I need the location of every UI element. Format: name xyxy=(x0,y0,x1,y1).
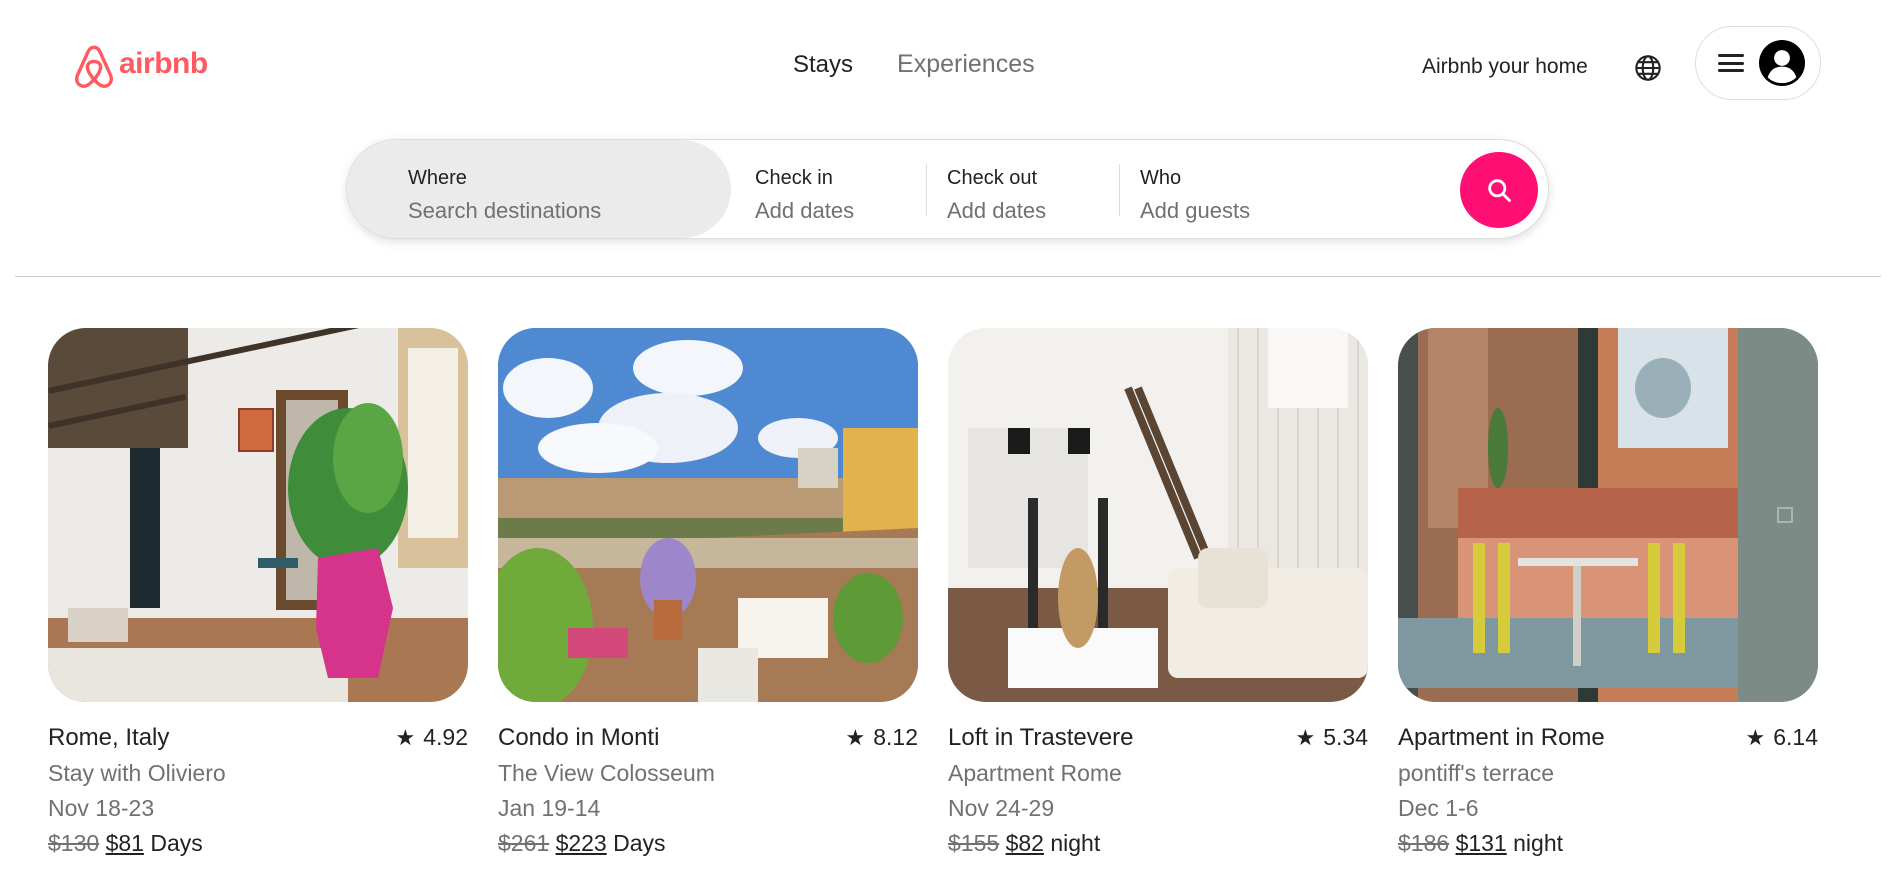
where-input[interactable]: Search destinations xyxy=(408,198,731,224)
airbnb-logo[interactable]: airbnb xyxy=(73,44,208,90)
old-price: $155 xyxy=(948,830,1000,856)
airbnb-your-home-link[interactable]: Airbnb your home xyxy=(1422,55,1588,79)
search-button[interactable] xyxy=(1460,152,1538,228)
search-icon xyxy=(1488,179,1511,202)
new-price[interactable]: $223 xyxy=(556,830,607,856)
star-icon: ★ xyxy=(1745,725,1766,750)
listing-dates: Dec 1-6 xyxy=(1398,795,1479,821)
check-in-field[interactable]: Check in Add dates xyxy=(755,140,925,238)
rating-value: 6.14 xyxy=(1773,724,1818,750)
header-divider xyxy=(15,276,1881,277)
rating-value: 8.12 xyxy=(873,724,918,750)
tab-stays[interactable]: Stays xyxy=(793,51,853,79)
listing-dates: Jan 19-14 xyxy=(498,795,601,821)
star-icon: ★ xyxy=(845,725,866,750)
price-unit: Days xyxy=(613,830,666,856)
listing-photo[interactable] xyxy=(498,328,918,702)
listing-dates: Nov 18-23 xyxy=(48,795,155,821)
brand-name: airbnb xyxy=(119,47,208,80)
user-menu-button[interactable] xyxy=(1695,26,1821,100)
tab-experiences[interactable]: Experiences xyxy=(897,50,1035,79)
new-price[interactable]: $81 xyxy=(106,830,144,856)
divider xyxy=(926,164,927,216)
price-unit: night xyxy=(1513,830,1563,856)
search-bar: Where Search destinations Check in Add d… xyxy=(346,139,1549,239)
listing-card[interactable]: Rome, Italy ★ 4.92 Stay with Oliviero Nov… xyxy=(48,328,468,857)
old-price: $261 xyxy=(498,830,550,856)
check-out-label: Check out xyxy=(947,167,1038,189)
where-label: Where xyxy=(408,167,467,189)
hamburger-icon xyxy=(1718,52,1744,74)
listing-title: Rome, Italy xyxy=(48,724,170,751)
price-unit: Days xyxy=(150,830,203,856)
price-unit: night xyxy=(1050,830,1101,856)
listing-title: Apartment in Rome xyxy=(1398,724,1605,751)
listing-card[interactable]: Loft in Trastevere ★ 5.34 Apartment Rome … xyxy=(948,328,1368,857)
listing-subtitle: Stay with Oliviero xyxy=(48,760,226,786)
old-price: $130 xyxy=(48,830,100,856)
divider xyxy=(1119,164,1120,216)
listing-price: $186 $131 night xyxy=(1398,830,1818,857)
who-label: Who xyxy=(1140,167,1182,189)
check-out-field[interactable]: Check out Add dates xyxy=(947,140,1117,238)
listing-image xyxy=(498,328,918,702)
listing-rating: ★ 4.92 xyxy=(396,724,469,751)
old-price: $186 xyxy=(1398,830,1450,856)
check-in-label: Check in xyxy=(755,167,833,189)
listing-rating: ★ 5.34 xyxy=(1296,724,1369,751)
listing-price: $130 $81 Days xyxy=(48,830,468,857)
check-out-value[interactable]: Add dates xyxy=(947,198,1117,224)
who-value[interactable]: Add guests xyxy=(1140,198,1440,224)
listing-image xyxy=(948,328,1368,702)
new-price[interactable]: $131 xyxy=(1456,830,1507,856)
listing-title: Condo in Monti xyxy=(498,724,660,751)
who-field[interactable]: Who Add guests xyxy=(1140,140,1440,238)
listing-card[interactable]: Apartment in Rome ★ 6.14 pontiff's terrac… xyxy=(1398,328,1818,857)
rating-value: 5.34 xyxy=(1323,724,1368,750)
listing-title: Loft in Trastevere xyxy=(948,724,1134,751)
star-icon: ★ xyxy=(1295,725,1316,750)
listing-image xyxy=(1398,328,1818,702)
check-in-value[interactable]: Add dates xyxy=(755,198,925,224)
user-avatar-icon xyxy=(1759,40,1805,86)
listing-rating: ★ 8.12 xyxy=(846,724,919,751)
listing-subtitle: Apartment Rome xyxy=(948,760,1122,786)
listing-image xyxy=(48,328,468,702)
listing-subtitle: The View Colosseum xyxy=(498,760,715,786)
listing-dates: Nov 24-29 xyxy=(948,795,1055,821)
listing-rating: ★ 6.14 xyxy=(1746,724,1819,751)
listing-photo[interactable] xyxy=(948,328,1368,702)
where-field[interactable]: Where Search destinations xyxy=(347,140,731,238)
star-icon: ★ xyxy=(395,725,416,750)
top-tabs: Stays Experiences xyxy=(793,50,1035,79)
listing-photo[interactable] xyxy=(48,328,468,702)
listing-price: $155 $82 night xyxy=(948,830,1368,857)
listing-photo[interactable] xyxy=(1398,328,1818,702)
listing-price: $261 $223 Days xyxy=(498,830,918,857)
listing-subtitle: pontiff's terrace xyxy=(1398,760,1555,786)
globe-icon[interactable] xyxy=(1634,54,1662,82)
new-price[interactable]: $82 xyxy=(1006,830,1044,856)
listing-card[interactable]: Condo in Monti ★ 8.12 The View Colosseum … xyxy=(498,328,918,857)
rating-value: 4.92 xyxy=(423,724,468,750)
airbnb-logo-icon xyxy=(75,45,113,88)
